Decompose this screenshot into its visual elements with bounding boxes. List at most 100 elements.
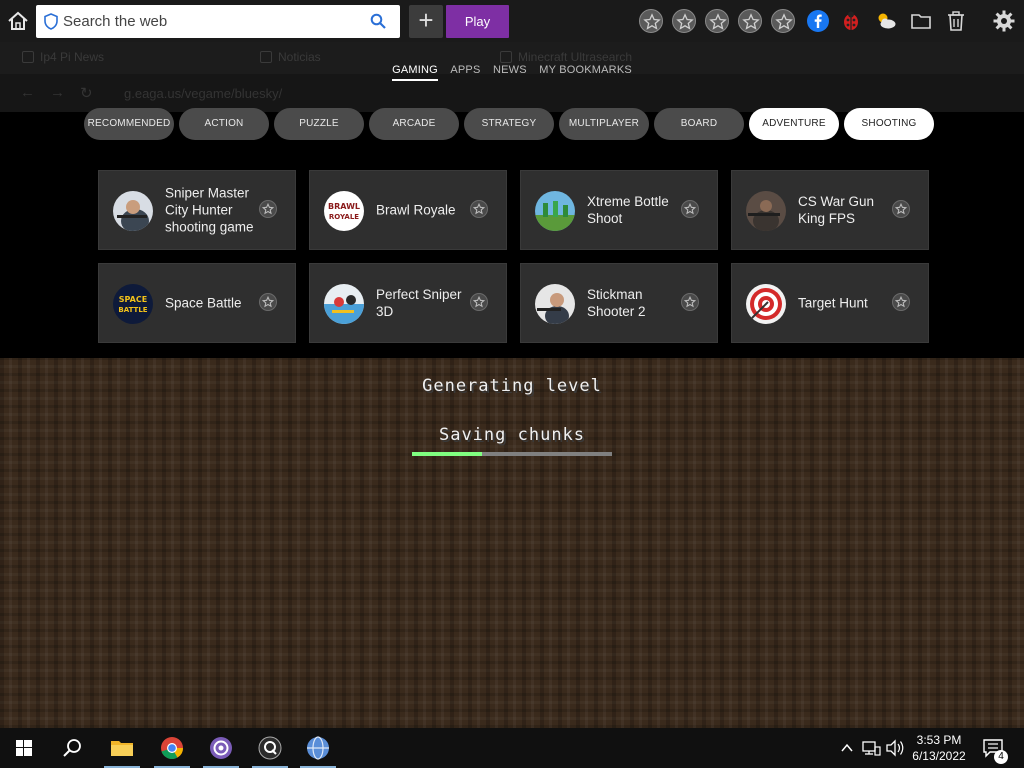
category-adventure[interactable]: ADVENTURE: [749, 108, 839, 140]
weather-icon: [878, 13, 896, 29]
cs-war-thumb: [746, 191, 786, 231]
add-button[interactable]: +: [409, 5, 443, 38]
folder-icon: [911, 14, 931, 29]
game-title: Xtreme Bottle Shoot: [587, 194, 669, 226]
search-icon: [63, 739, 81, 757]
facebook-button[interactable]: [806, 9, 830, 33]
chrome-button[interactable]: [152, 728, 192, 768]
favorite-button[interactable]: [681, 200, 699, 218]
ladybug-extension-button[interactable]: [839, 9, 863, 33]
game-card[interactable]: Perfect Sniper 3D: [309, 263, 507, 343]
network-icon: [862, 741, 881, 756]
top-toolbar: + Play: [0, 0, 1024, 42]
star-icon: [895, 296, 907, 308]
space-battle-thumb: SPACE BATTLE: [113, 284, 153, 324]
game-card[interactable]: BRAWL ROYALE Brawl Royale: [309, 170, 507, 250]
sniper-thumb: [113, 191, 153, 231]
background-url: g.eaga.us/vegame/bluesky/: [124, 86, 283, 101]
search-icon[interactable]: [370, 13, 386, 29]
facebook-icon: [807, 10, 829, 32]
clock-date: 6/13/2022: [912, 749, 966, 763]
game-title: Sniper Master City Hunter shooting game: [165, 185, 254, 235]
game-card[interactable]: Target Hunt: [731, 263, 929, 343]
star-icon: [676, 13, 694, 30]
chevron-up-icon: [841, 743, 853, 752]
taskbar-app-globe[interactable]: [298, 728, 338, 768]
bookmark-star-button[interactable]: [705, 9, 729, 33]
category-puzzle[interactable]: PUZZLE: [274, 108, 364, 140]
windows-logo-icon: [16, 740, 32, 756]
game-card[interactable]: Stickman Shooter 2: [520, 263, 718, 343]
play-button[interactable]: Play: [446, 5, 509, 38]
home-button[interactable]: [6, 10, 30, 32]
svg-text:ROYALE: ROYALE: [329, 213, 359, 221]
system-clock[interactable]: 3:53 PM 6/13/2022: [906, 732, 972, 764]
bookmark-star-button[interactable]: [771, 9, 795, 33]
bookmark-star-button[interactable]: [672, 9, 696, 33]
game-canvas[interactable]: Generating level Saving chunks: [0, 358, 1024, 728]
start-button[interactable]: [4, 728, 44, 768]
chrome-icon: [161, 737, 183, 760]
game-card[interactable]: SPACE BATTLE Space Battle: [98, 263, 296, 343]
back-arrow-icon: ←: [20, 84, 35, 101]
brawl-royale-thumb: BRAWL ROYALE: [324, 191, 364, 231]
category-multiplayer[interactable]: MULTIPLAYER: [559, 108, 649, 140]
game-card[interactable]: CS War Gun King FPS: [731, 170, 929, 250]
star-icon: [684, 296, 696, 308]
category-arcade[interactable]: ARCADE: [369, 108, 459, 140]
globe-icon: [307, 736, 329, 760]
star-icon: [684, 203, 696, 215]
show-hidden-icons-button[interactable]: [838, 728, 856, 768]
favorite-button[interactable]: [259, 293, 277, 311]
target-hunt-thumb: [746, 284, 786, 324]
category-shooting[interactable]: SHOOTING: [844, 108, 934, 140]
favorite-button[interactable]: [892, 293, 910, 311]
settings-button[interactable]: [992, 9, 1016, 33]
category-strategy[interactable]: STRATEGY: [464, 108, 554, 140]
web-search-input[interactable]: [63, 9, 363, 34]
category-action[interactable]: ACTION: [179, 108, 269, 140]
ladybug-icon: [844, 11, 858, 30]
taskbar-app-circle[interactable]: [201, 728, 241, 768]
category-board[interactable]: BOARD: [654, 108, 744, 140]
nav-apps[interactable]: APPS: [450, 64, 480, 79]
forward-arrow-icon: →: [50, 84, 65, 101]
game-card[interactable]: Xtreme Bottle Shoot: [520, 170, 718, 250]
favorite-button[interactable]: [470, 293, 488, 311]
nav-news[interactable]: NEWS: [493, 64, 527, 79]
bookmark-star-button[interactable]: [639, 9, 663, 33]
taskbar-search-button[interactable]: [52, 728, 92, 768]
category-recommended[interactable]: RECOMMENDED: [84, 108, 174, 140]
web-search-box: [36, 5, 400, 38]
nav-my-bookmarks[interactable]: MY BOOKMARKS: [539, 64, 632, 79]
favorite-button[interactable]: [892, 200, 910, 218]
trash-icon: [948, 11, 964, 31]
folder-button[interactable]: [909, 9, 933, 33]
file-explorer-button[interactable]: [102, 728, 142, 768]
svg-text:SPACE: SPACE: [119, 295, 147, 304]
network-button[interactable]: [860, 728, 882, 768]
bookmark-star-button[interactable]: [738, 9, 762, 33]
game-card[interactable]: Sniper Master City Hunter shooting game: [98, 170, 296, 250]
taskbar-app-q[interactable]: [250, 728, 290, 768]
star-icon: [643, 13, 661, 30]
volume-button[interactable]: [884, 728, 906, 768]
plus-icon: +: [418, 5, 434, 35]
bottle-shoot-thumb: [535, 191, 575, 231]
category-filter-bar: RECOMMENDED ACTION PUZZLE ARCADE STRATEG…: [84, 108, 944, 140]
action-center-button[interactable]: 4: [982, 738, 1008, 764]
shield-icon: [44, 13, 58, 30]
game-title: Target Hunt: [798, 295, 868, 311]
app-q-icon: [258, 736, 282, 760]
favorite-button[interactable]: [470, 200, 488, 218]
favorite-button[interactable]: [681, 293, 699, 311]
nav-gaming[interactable]: GAMING: [392, 64, 438, 81]
loading-progress-fill: [412, 452, 482, 456]
trash-button[interactable]: [944, 9, 968, 33]
weather-button[interactable]: [874, 9, 898, 33]
star-icon: [742, 13, 760, 30]
star-icon: [473, 296, 485, 308]
star-icon: [775, 13, 793, 30]
favorite-button[interactable]: [259, 200, 277, 218]
svg-text:BATTLE: BATTLE: [118, 306, 147, 314]
